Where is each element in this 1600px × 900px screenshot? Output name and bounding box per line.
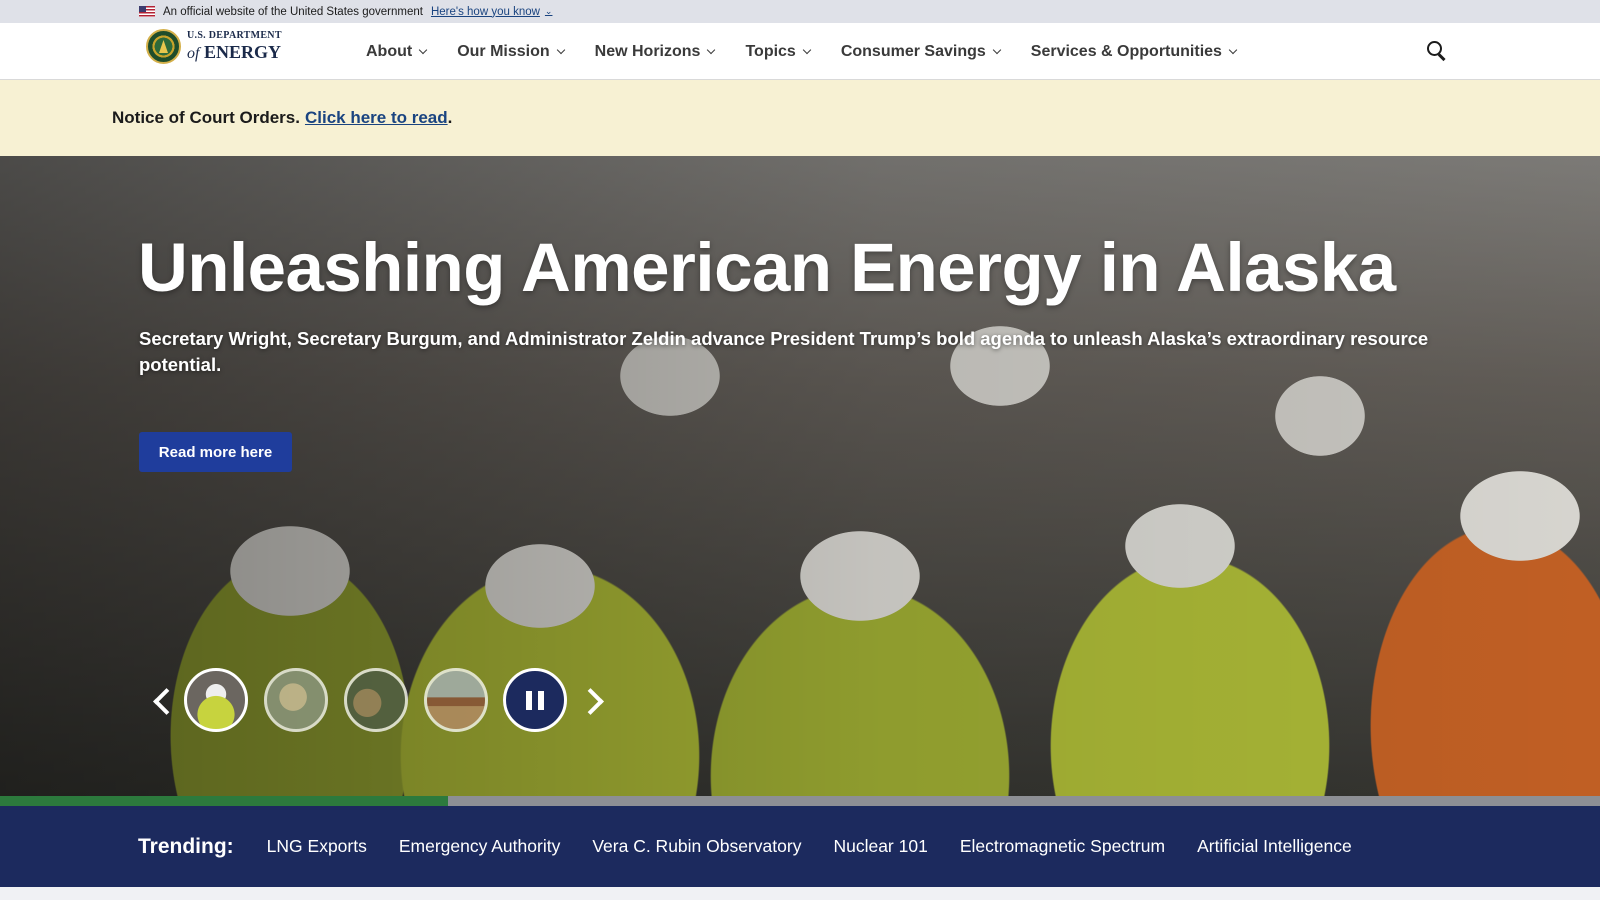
logo-wordmark: U.S. DEPARTMENT of ENERGY (187, 31, 282, 62)
notice-suffix: . (447, 108, 453, 127)
carousel-thumb-4[interactable] (424, 668, 488, 732)
search-icon[interactable] (1426, 40, 1448, 62)
chevron-down-icon: ⌄ (544, 6, 553, 16)
site-header: U.S. DEPARTMENT of ENERGY About Our Miss… (0, 23, 1600, 80)
logo-bottom-text: of ENERGY (187, 43, 282, 62)
nav-item-label: Services & Opportunities (1030, 42, 1222, 60)
nav-item-consumer-savings[interactable]: Consumer Savings (840, 42, 1002, 61)
hero-title: Unleashing American Energy in Alaska (138, 229, 1396, 306)
carousel-progress-fill (0, 796, 448, 806)
nav-item-about[interactable]: About (366, 42, 428, 61)
nav-item-label: Consumer Savings (840, 42, 986, 60)
nav-item-label: Topics (745, 42, 796, 60)
nav-item-topics[interactable]: Topics (745, 42, 812, 61)
hero-subtitle: Secretary Wright, Secretary Burgum, and … (139, 328, 1429, 375)
pause-icon[interactable] (503, 668, 567, 732)
carousel-progress-bar (0, 796, 1600, 806)
chevron-down-icon (556, 45, 565, 54)
chevron-down-icon (1228, 45, 1238, 54)
trending-link-artificial-intelligence[interactable]: Artificial Intelligence (1197, 836, 1352, 857)
nav-item-label: About (366, 42, 413, 60)
trending-bar: Trending: LNG Exports Emergency Authorit… (0, 806, 1600, 887)
chevron-down-icon (992, 45, 1002, 54)
heres-how-you-know-label: Here's how you know (430, 5, 540, 18)
carousel-thumb-3[interactable] (344, 668, 408, 732)
chevron-down-icon (707, 45, 716, 54)
us-flag-icon (139, 6, 155, 17)
trending-link-electromagnetic-spectrum[interactable]: Electromagnetic Spectrum (960, 836, 1165, 857)
carousel-controls (150, 668, 605, 732)
chevron-right-icon[interactable] (581, 680, 605, 720)
chevron-down-icon (802, 45, 812, 54)
hero-banner: Unleashing American Energy in Alaska Sec… (0, 156, 1600, 796)
carousel-thumb-2[interactable] (264, 668, 328, 732)
trending-link-nuclear-101[interactable]: Nuclear 101 (833, 836, 927, 857)
nav-item-services-opportunities[interactable]: Services & Opportunities (1030, 42, 1238, 61)
doe-logo[interactable]: U.S. DEPARTMENT of ENERGY (146, 29, 282, 64)
nav-item-label: New Horizons (594, 42, 701, 60)
gov-banner-text: An official website of the United States… (163, 5, 423, 18)
nav-item-new-horizons[interactable]: New Horizons (594, 42, 716, 61)
chevron-down-icon (418, 45, 428, 54)
read-more-button[interactable]: Read more here (139, 432, 292, 472)
heres-how-you-know-link[interactable]: Here's how you know ⌄ (431, 6, 553, 18)
logo-energy-text: ENERGY (203, 42, 281, 62)
carousel-thumb-1[interactable] (184, 668, 248, 732)
logo-top-text: U.S. DEPARTMENT (187, 30, 282, 41)
chevron-left-icon[interactable] (150, 680, 174, 720)
court-order-notice: Notice of Court Orders. Click here to re… (0, 80, 1600, 156)
nav-item-label: Our Mission (457, 42, 550, 60)
gov-banner: An official website of the United States… (0, 0, 1600, 23)
doe-seal-icon (146, 29, 181, 64)
main-nav: About Our Mission New Horizons Topics Co… (366, 23, 1267, 80)
notice-text: Notice of Court Orders. (112, 108, 300, 127)
notice-read-link[interactable]: Click here to read (305, 108, 448, 128)
trending-link-rubin-observatory[interactable]: Vera C. Rubin Observatory (592, 836, 801, 857)
trending-link-lng-exports[interactable]: LNG Exports (267, 836, 367, 857)
logo-of-text: of (187, 45, 200, 62)
nav-item-our-mission[interactable]: Our Mission (457, 42, 565, 61)
trending-label: Trending: (138, 834, 234, 858)
trending-link-emergency-authority[interactable]: Emergency Authority (399, 836, 560, 857)
